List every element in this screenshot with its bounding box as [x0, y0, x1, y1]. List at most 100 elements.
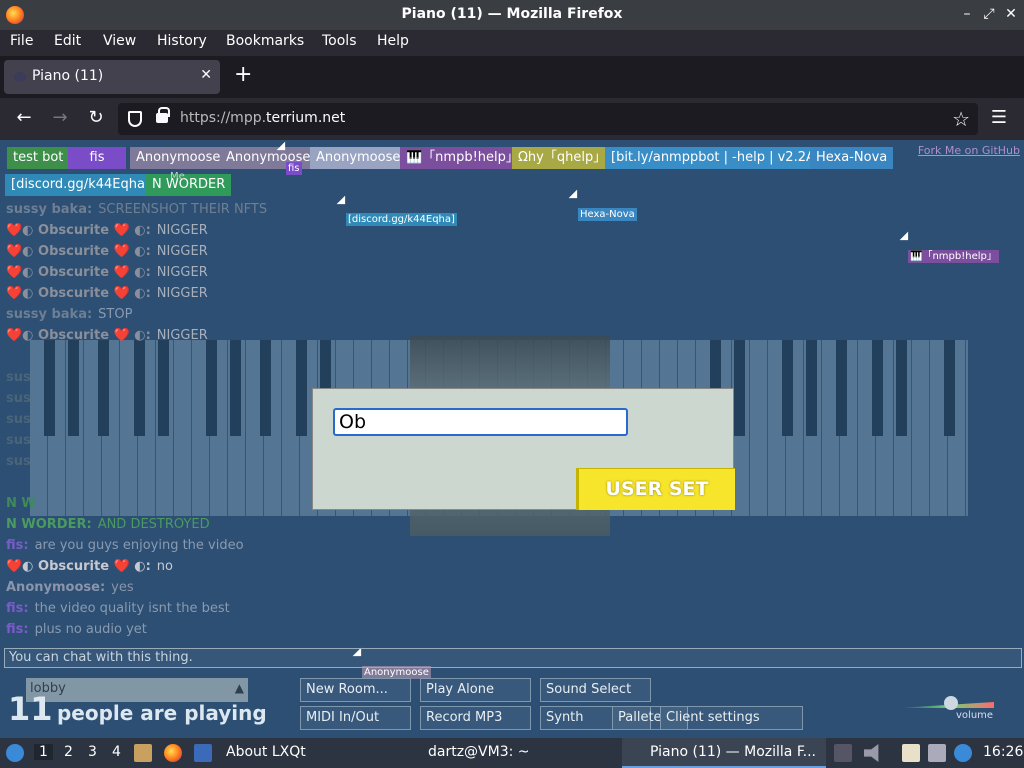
- cursor-label: fis: [286, 162, 302, 175]
- workspace-3[interactable]: 3: [88, 744, 97, 760]
- volume-slider[interactable]: volume: [898, 696, 994, 721]
- shield-icon[interactable]: [128, 111, 142, 127]
- tab-close-icon[interactable]: ✕: [200, 67, 212, 83]
- piano-key[interactable]: [230, 340, 241, 436]
- chat-input[interactable]: You can chat with this thing.: [4, 648, 1022, 668]
- play-alone-button[interactable]: Play Alone: [420, 678, 531, 702]
- lock-icon[interactable]: [156, 107, 170, 123]
- client-settings-button[interactable]: Client settings: [660, 706, 803, 730]
- piano-key[interactable]: [260, 340, 271, 436]
- chat-message: sus: [6, 370, 31, 385]
- user-tag[interactable]: Anonymoose: [310, 147, 407, 169]
- chat-message: ❤️◐ Obscurite ❤️ ◐: NIGGER: [6, 265, 208, 280]
- chat-message: ❤️◐ Obscurite ❤️ ◐: NIGGER: [6, 244, 208, 259]
- firefox-launcher-icon[interactable]: [164, 744, 182, 762]
- piano-key[interactable]: [206, 340, 217, 436]
- piano-key[interactable]: [734, 340, 745, 436]
- app-menu-button[interactable]: ☰: [988, 108, 1010, 128]
- file-manager-icon[interactable]: [134, 744, 152, 762]
- chat-message: fis: plus no audio yet: [6, 622, 147, 637]
- piano-key[interactable]: [806, 340, 817, 436]
- cursor-label: Hexa-Nova: [578, 208, 637, 221]
- menu-help[interactable]: Help: [377, 33, 409, 49]
- chat-message: fis: the video quality isnt the best: [6, 601, 230, 616]
- clock: 16:26: [983, 744, 1024, 760]
- minimize-button[interactable]: –: [958, 5, 976, 23]
- sound-select-button[interactable]: Sound Select: [540, 678, 651, 702]
- piano-key[interactable]: [98, 340, 109, 436]
- user-tag[interactable]: Hexa-Nova: [810, 147, 894, 169]
- taskbar-item-firefox[interactable]: Piano (11) — Mozilla F...: [622, 738, 826, 768]
- lxqt-menu-icon[interactable]: [6, 744, 24, 762]
- bookmark-star-icon[interactable]: ☆: [952, 107, 970, 131]
- chat-message: sussy baka: STOP: [6, 307, 133, 322]
- piano-key[interactable]: [896, 340, 907, 436]
- volume-tray-icon[interactable]: [864, 744, 879, 762]
- menu-bookmarks[interactable]: Bookmarks: [226, 33, 304, 49]
- window-titlebar: Piano (11) — Mozilla Firefox – ⤢ ✕: [0, 0, 1024, 30]
- workspace-1[interactable]: 1: [34, 744, 53, 760]
- tab-piano[interactable]: Piano (11) ✕: [4, 60, 220, 94]
- close-window-button[interactable]: ✕: [1002, 5, 1020, 23]
- new-room-button[interactable]: New Room...: [300, 678, 411, 702]
- url-text[interactable]: https://mpp.terrium.net: [180, 110, 345, 126]
- github-link[interactable]: Fork Me on GitHub: [918, 144, 1020, 157]
- notification-tray-icon[interactable]: [954, 744, 972, 762]
- username-input[interactable]: Ob: [333, 408, 628, 436]
- maximize-button[interactable]: ⤢: [980, 5, 998, 23]
- user-tag[interactable]: [discord.gg/k44Eqha]: [5, 174, 157, 196]
- cursor-arrow-icon: [899, 231, 913, 245]
- piano-key[interactable]: [782, 340, 793, 436]
- user-set-button[interactable]: USER SET: [576, 468, 735, 510]
- menu-file[interactable]: File: [10, 33, 33, 49]
- tray-icon[interactable]: [834, 744, 852, 762]
- user-tag[interactable]: test bot: [7, 147, 70, 169]
- piano-key[interactable]: [296, 340, 307, 436]
- clipboard-tray-icon[interactable]: [902, 744, 920, 762]
- desktop-icon[interactable]: [194, 744, 212, 762]
- taskbar-firefox-label: Piano (11) — Mozilla F...: [650, 744, 816, 760]
- midi-button[interactable]: MIDI In/Out: [300, 706, 411, 730]
- chat-message: N W: [6, 496, 36, 511]
- user-tag[interactable]: fis: [68, 147, 126, 169]
- new-tab-button[interactable]: +: [234, 64, 252, 86]
- user-tag[interactable]: Ωhy「qhelp」: [512, 147, 613, 169]
- window-title: Piano (11) — Mozilla Firefox: [401, 6, 623, 22]
- menu-tools[interactable]: Tools: [322, 33, 357, 49]
- menu-history[interactable]: History: [157, 33, 207, 49]
- piano-key[interactable]: [944, 340, 955, 436]
- chat-message: sus: [6, 412, 31, 427]
- taskbar-item-terminal[interactable]: dartz@VM3: ~: [428, 744, 530, 760]
- piano-key[interactable]: [68, 340, 79, 436]
- piano-key[interactable]: [44, 340, 55, 436]
- user-tag[interactable]: 🎹「nmpb!help」: [400, 147, 525, 169]
- user-tag[interactable]: [bit.ly/anmppbot | -help | v2.2A]: [605, 147, 826, 169]
- chat-message: ❤️◐ Obscurite ❤️ ◐: no: [6, 559, 173, 574]
- chat-message: N WORDER: AND DESTROYED: [6, 517, 210, 532]
- menu-edit[interactable]: Edit: [54, 33, 81, 49]
- reload-button[interactable]: ↻: [85, 108, 107, 128]
- taskbar-item-about-lxqt[interactable]: About LXQt: [226, 744, 306, 760]
- chat-message: ❤️◐ Obscurite ❤️ ◐: NIGGER: [6, 223, 208, 238]
- volume-knob[interactable]: [944, 696, 958, 710]
- cursor-arrow-icon: [568, 189, 582, 203]
- chat-message: sussy baka: SCREENSHOT THEIR NFTS: [6, 202, 268, 217]
- url-bar[interactable]: https://mpp.terrium.net ☆: [118, 103, 978, 135]
- record-mp3-button[interactable]: Record MP3: [420, 706, 531, 730]
- user-tag[interactable]: Anonymoose: [130, 147, 227, 169]
- display-tray-icon[interactable]: [928, 744, 946, 762]
- piano-key[interactable]: [836, 340, 847, 436]
- user-tag[interactable]: N WORDER: [146, 174, 232, 196]
- piano-key[interactable]: [134, 340, 145, 436]
- piano-key[interactable]: [158, 340, 169, 436]
- navigation-bar: ← → ↻ https://mpp.terrium.net ☆ ☰: [0, 98, 1024, 140]
- user-tag[interactable]: Anonymoose: [220, 147, 317, 169]
- menu-view[interactable]: View: [103, 33, 136, 49]
- forward-button[interactable]: →: [49, 108, 71, 128]
- back-button[interactable]: ←: [13, 108, 35, 128]
- workspace-4[interactable]: 4: [112, 744, 121, 760]
- chat-message: Anonymoose: yes: [6, 580, 134, 595]
- workspace-2[interactable]: 2: [64, 744, 73, 760]
- chat-message: sus: [6, 433, 31, 448]
- piano-key[interactable]: [872, 340, 883, 436]
